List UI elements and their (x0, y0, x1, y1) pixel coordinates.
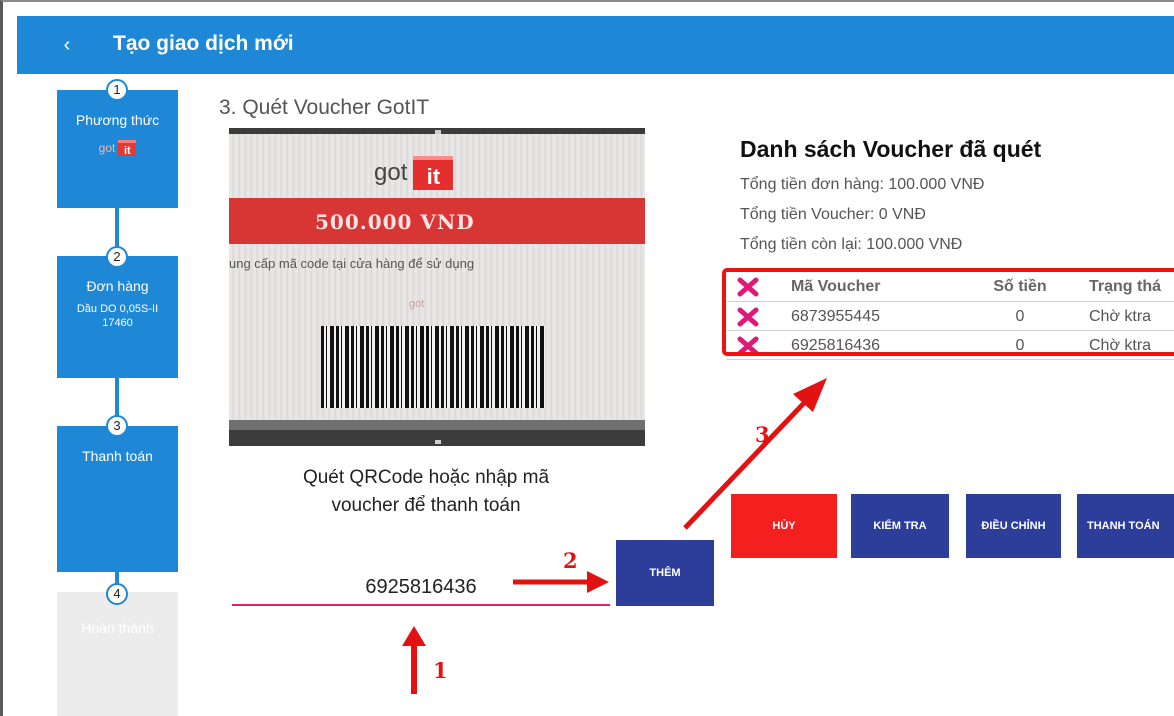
annotation-arrow-up (402, 626, 426, 694)
page-title: Tạo giao dịch mới (113, 32, 294, 55)
app-window: ‹ Tạo giao dịch mới Phương thức got it 1… (0, 0, 1174, 716)
step-label: Thanh toán (82, 448, 153, 464)
voucher-amount: 500.000 VND (315, 210, 475, 234)
gift-icon: it (118, 140, 137, 157)
step-label: Hoàn thành (81, 620, 154, 636)
step-payment-method[interactable]: Phương thức got it (57, 90, 178, 208)
voucher-list-title: Danh sách Voucher đã quét (740, 136, 1042, 162)
step-order[interactable]: Đơn hàng Dầu DO 0,05S-II 17460 (57, 256, 178, 378)
top-app-bar: ‹ Tạo giao dịch mới (17, 16, 1174, 74)
column-header-code: Mã Voucher (791, 278, 881, 295)
step-label: Đơn hàng (86, 278, 149, 294)
step-payment[interactable]: Thanh toán (57, 426, 178, 572)
step-number-badge: 3 (106, 415, 128, 437)
section-title: 3. Quét Voucher GotIT (219, 96, 430, 119)
voucher-total: Tổng tiền Voucher: 0 VNĐ (740, 206, 926, 223)
step-label: Phương thức (75, 112, 160, 128)
table-row: 6873955445 0 Chờ ktra (727, 302, 1174, 331)
gotit-logo: got it (374, 156, 454, 190)
annotation-arrow-diagonal (683, 378, 827, 530)
camera-focus-marker (435, 440, 441, 444)
remaining-total: Tổng tiền còn lại: 100.000 VNĐ (740, 236, 963, 253)
gift-icon: it (413, 156, 454, 190)
step-number-badge: 4 (106, 583, 128, 605)
step-number-badge: 2 (106, 246, 128, 268)
order-total: Tổng tiền đơn hàng: 100.000 VNĐ (740, 176, 985, 193)
table-row: 6925816436 0 Chờ ktra (727, 331, 1174, 360)
order-product: Dầu DO 0,05S-II (76, 303, 159, 315)
delete-icon[interactable] (737, 306, 759, 328)
voucher-code: 6873955445 (791, 308, 880, 325)
pay-button[interactable]: THANH TOÁN (1077, 494, 1174, 558)
scan-instructions: Quét QRCode hoặc nhập mã voucher để than… (302, 467, 550, 516)
annotation-arrow-right (513, 571, 609, 593)
voucher-status: Chờ ktra (1089, 337, 1152, 354)
voucher-hint: ung cấp mã code tại cửa hàng để sử dụng (229, 256, 475, 271)
barcode-image (321, 326, 545, 408)
gotit-mini-logo: got (409, 298, 425, 310)
annotation-step-1: 1 (433, 658, 448, 683)
check-button[interactable]: KIỂM TRA (851, 494, 949, 558)
voucher-table: Mã Voucher Số tiền Trạng thá 6873955445 … (727, 272, 1174, 360)
voucher-status: Chờ ktra (1089, 308, 1152, 325)
order-quantity: 17460 (102, 317, 133, 329)
step-number-badge: 1 (106, 79, 128, 101)
table-header-row: Mã Voucher Số tiền Trạng thá (727, 272, 1174, 302)
gotit-logo: got it (99, 140, 137, 157)
voucher-code: 6925816436 (791, 337, 880, 354)
voucher-card-image: got it 500.000 VND ung cấp mã code tại c… (229, 134, 645, 430)
delete-all-icon[interactable] (737, 276, 759, 298)
add-voucher-button[interactable]: THÊM (616, 540, 714, 606)
column-header-status: Trạng thá (1089, 278, 1162, 295)
annotation-step-2: 2 (563, 548, 578, 573)
voucher-amount-cell: 0 (1015, 337, 1025, 354)
back-arrow-icon[interactable]: ‹ (55, 30, 79, 60)
annotation-step-3: 3 (755, 422, 770, 447)
camera-preview: got it 500.000 VND ung cấp mã code tại c… (229, 128, 645, 446)
voucher-amount-cell: 0 (1015, 308, 1025, 325)
delete-icon[interactable] (737, 335, 759, 357)
column-header-amount: Số tiền (993, 278, 1047, 295)
adjust-button[interactable]: ĐIỀU CHỈNH (966, 494, 1061, 558)
step-complete[interactable]: Hoàn thành (57, 592, 178, 716)
